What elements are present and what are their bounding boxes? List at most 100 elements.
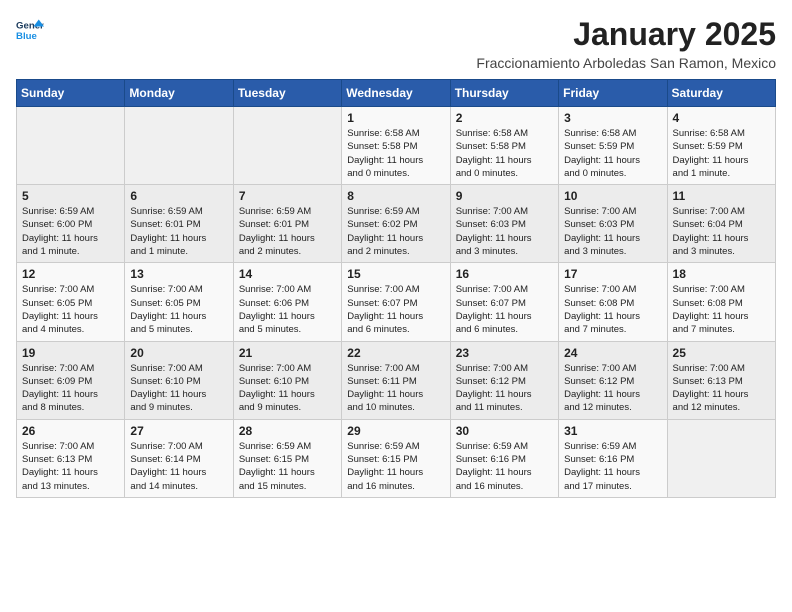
day-number: 6 (130, 189, 227, 203)
calendar-cell: 4Sunrise: 6:58 AM Sunset: 5:59 PM Daylig… (667, 107, 775, 185)
day-info: Sunrise: 6:58 AM Sunset: 5:59 PM Dayligh… (564, 127, 661, 180)
page-header: General Blue January 2025 Fraccionamient… (16, 16, 776, 71)
day-number: 16 (456, 267, 553, 281)
calendar-cell: 29 Sunrise: 6:59 AM Sunset: 6:15 PM Dayli… (342, 419, 450, 497)
day-number: 9 (456, 189, 553, 203)
day-number: 21 (239, 346, 336, 360)
day-number: 22 (347, 346, 444, 360)
day-info: Sunrise: 6:59 AM Sunset: 6:01 PM Dayligh… (239, 205, 336, 258)
calendar-cell: 9 Sunrise: 7:00 AM Sunset: 6:03 PM Daylig… (450, 185, 558, 263)
calendar-table: SundayMondayTuesdayWednesdayThursdayFrid… (16, 79, 776, 498)
day-info: Sunrise: 6:59 AM Sunset: 6:01 PM Dayligh… (130, 205, 227, 258)
calendar-cell: 30Sunrise: 6:59 AM Sunset: 6:16 PM Dayli… (450, 419, 558, 497)
day-number: 28 (239, 424, 336, 438)
day-number: 8 (347, 189, 444, 203)
day-info: Sunrise: 6:58 AM Sunset: 5:58 PM Dayligh… (347, 127, 444, 180)
day-info: Sunrise: 7:00 AM Sunset: 6:05 PM Dayligh… (130, 283, 227, 336)
calendar-cell: 6 Sunrise: 6:59 AM Sunset: 6:01 PM Daylig… (125, 185, 233, 263)
calendar-cell: 7Sunrise: 6:59 AM Sunset: 6:01 PM Daylig… (233, 185, 341, 263)
day-number: 2 (456, 111, 553, 125)
day-number: 11 (673, 189, 770, 203)
day-info: Sunrise: 7:00 AM Sunset: 6:14 PM Dayligh… (130, 440, 227, 493)
weekday-header: Friday (559, 80, 667, 107)
calendar-cell: 26 Sunrise: 7:00 AM Sunset: 6:13 PM Dayli… (17, 419, 125, 497)
calendar-week-row: 19Sunrise: 7:00 AM Sunset: 6:09 PM Dayli… (17, 341, 776, 419)
calendar-cell: 24 Sunrise: 7:00 AM Sunset: 6:12 PM Dayli… (559, 341, 667, 419)
day-number: 31 (564, 424, 661, 438)
day-number: 20 (130, 346, 227, 360)
day-info: Sunrise: 7:00 AM Sunset: 6:13 PM Dayligh… (22, 440, 119, 493)
day-info: Sunrise: 7:00 AM Sunset: 6:12 PM Dayligh… (564, 362, 661, 415)
day-info: Sunrise: 7:00 AM Sunset: 6:10 PM Dayligh… (130, 362, 227, 415)
calendar-week-row: 26 Sunrise: 7:00 AM Sunset: 6:13 PM Dayli… (17, 419, 776, 497)
calendar-week-row: 12 Sunrise: 7:00 AM Sunset: 6:05 PM Dayli… (17, 263, 776, 341)
calendar-cell: 13Sunrise: 7:00 AM Sunset: 6:05 PM Dayli… (125, 263, 233, 341)
calendar-body: 1 Sunrise: 6:58 AM Sunset: 5:58 PM Daylig… (17, 107, 776, 498)
calendar-cell (667, 419, 775, 497)
calendar-cell (233, 107, 341, 185)
calendar-cell: 3 Sunrise: 6:58 AM Sunset: 5:59 PM Daylig… (559, 107, 667, 185)
day-info: Sunrise: 7:00 AM Sunset: 6:12 PM Dayligh… (456, 362, 553, 415)
calendar-cell: 11 Sunrise: 7:00 AM Sunset: 6:04 PM Dayli… (667, 185, 775, 263)
day-info: Sunrise: 7:00 AM Sunset: 6:08 PM Dayligh… (564, 283, 661, 336)
weekday-header: Wednesday (342, 80, 450, 107)
calendar-cell: 5Sunrise: 6:59 AM Sunset: 6:00 PM Daylig… (17, 185, 125, 263)
weekday-header: Monday (125, 80, 233, 107)
day-number: 24 (564, 346, 661, 360)
calendar-cell: 31 Sunrise: 6:59 AM Sunset: 6:16 PM Dayli… (559, 419, 667, 497)
day-info: Sunrise: 7:00 AM Sunset: 6:10 PM Dayligh… (239, 362, 336, 415)
day-number: 29 (347, 424, 444, 438)
calendar-header-row: SundayMondayTuesdayWednesdayThursdayFrid… (17, 80, 776, 107)
day-info: Sunrise: 7:00 AM Sunset: 6:05 PM Dayligh… (22, 283, 119, 336)
day-number: 3 (564, 111, 661, 125)
day-info: Sunrise: 7:00 AM Sunset: 6:11 PM Dayligh… (347, 362, 444, 415)
day-info: Sunrise: 6:59 AM Sunset: 6:16 PM Dayligh… (456, 440, 553, 493)
day-number: 25 (673, 346, 770, 360)
day-info: Sunrise: 7:00 AM Sunset: 6:07 PM Dayligh… (347, 283, 444, 336)
day-info: Sunrise: 7:00 AM Sunset: 6:03 PM Dayligh… (456, 205, 553, 258)
day-number: 23 (456, 346, 553, 360)
day-info: Sunrise: 7:00 AM Sunset: 6:04 PM Dayligh… (673, 205, 770, 258)
day-info: Sunrise: 7:00 AM Sunset: 6:03 PM Dayligh… (564, 205, 661, 258)
calendar-cell: 27 Sunrise: 7:00 AM Sunset: 6:14 PM Dayli… (125, 419, 233, 497)
day-number: 18 (673, 267, 770, 281)
day-number: 27 (130, 424, 227, 438)
weekday-header: Thursday (450, 80, 558, 107)
calendar-cell: 10Sunrise: 7:00 AM Sunset: 6:03 PM Dayli… (559, 185, 667, 263)
day-info: Sunrise: 6:59 AM Sunset: 6:02 PM Dayligh… (347, 205, 444, 258)
day-info: Sunrise: 6:59 AM Sunset: 6:15 PM Dayligh… (347, 440, 444, 493)
calendar-cell: 18 Sunrise: 7:00 AM Sunset: 6:08 PM Dayli… (667, 263, 775, 341)
calendar-cell: 21 Sunrise: 7:00 AM Sunset: 6:10 PM Dayli… (233, 341, 341, 419)
day-info: Sunrise: 6:59 AM Sunset: 6:16 PM Dayligh… (564, 440, 661, 493)
day-info: Sunrise: 6:58 AM Sunset: 5:59 PM Dayligh… (673, 127, 770, 180)
day-info: Sunrise: 7:00 AM Sunset: 6:08 PM Dayligh… (673, 283, 770, 336)
day-number: 17 (564, 267, 661, 281)
calendar-week-row: 5Sunrise: 6:59 AM Sunset: 6:00 PM Daylig… (17, 185, 776, 263)
weekday-header: Tuesday (233, 80, 341, 107)
day-number: 15 (347, 267, 444, 281)
calendar-cell: 14 Sunrise: 7:00 AM Sunset: 6:06 PM Dayli… (233, 263, 341, 341)
day-number: 1 (347, 111, 444, 125)
calendar-cell: 25Sunrise: 7:00 AM Sunset: 6:13 PM Dayli… (667, 341, 775, 419)
day-number: 26 (22, 424, 119, 438)
calendar-cell: 20 Sunrise: 7:00 AM Sunset: 6:10 PM Dayli… (125, 341, 233, 419)
calendar-cell: 19Sunrise: 7:00 AM Sunset: 6:09 PM Dayli… (17, 341, 125, 419)
day-info: Sunrise: 7:00 AM Sunset: 6:06 PM Dayligh… (239, 283, 336, 336)
weekday-header: Sunday (17, 80, 125, 107)
day-number: 14 (239, 267, 336, 281)
calendar-cell: 17 Sunrise: 7:00 AM Sunset: 6:08 PM Dayli… (559, 263, 667, 341)
day-number: 12 (22, 267, 119, 281)
subtitle: Fraccionamiento Arboledas San Ramon, Mex… (476, 55, 776, 71)
svg-text:Blue: Blue (16, 31, 37, 42)
calendar-cell: 16Sunrise: 7:00 AM Sunset: 6:07 PM Dayli… (450, 263, 558, 341)
calendar-cell: 2 Sunrise: 6:58 AM Sunset: 5:58 PM Daylig… (450, 107, 558, 185)
calendar-cell: 8 Sunrise: 6:59 AM Sunset: 6:02 PM Daylig… (342, 185, 450, 263)
calendar-cell: 12 Sunrise: 7:00 AM Sunset: 6:05 PM Dayli… (17, 263, 125, 341)
logo: General Blue (16, 16, 44, 44)
title-block: January 2025 Fraccionamiento Arboledas S… (476, 16, 776, 71)
calendar-cell: 22 Sunrise: 7:00 AM Sunset: 6:11 PM Dayli… (342, 341, 450, 419)
day-info: Sunrise: 6:58 AM Sunset: 5:58 PM Dayligh… (456, 127, 553, 180)
calendar-cell: 15 Sunrise: 7:00 AM Sunset: 6:07 PM Dayli… (342, 263, 450, 341)
day-number: 5 (22, 189, 119, 203)
day-number: 19 (22, 346, 119, 360)
